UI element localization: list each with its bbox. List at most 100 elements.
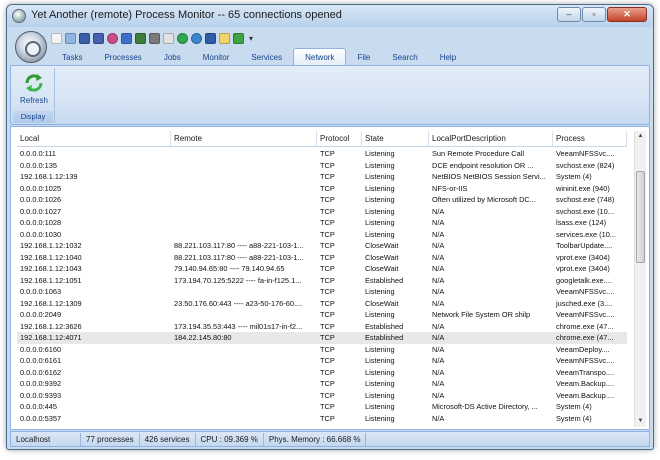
cell-remote-address: 23.50.176.60:443 ---- a23-50-176-60.... xyxy=(174,298,303,308)
application-menu-button[interactable] xyxy=(15,31,47,63)
table-row[interactable]: 192.168.1.12:1043 79.140.94.65:80 ---- 79… xyxy=(17,263,627,275)
table-row[interactable]: 0.0.0.0:2049 TCP Listening Network File Sys… xyxy=(17,309,627,321)
globe-icon[interactable] xyxy=(191,32,202,44)
table-row[interactable]: 0.0.0.0:1030 TCP Listening N/A services.exe … xyxy=(17,229,627,241)
window-title: Yet Another (remote) Process Monitor -- … xyxy=(31,9,342,21)
column-header-process[interactable]: Process xyxy=(553,131,627,146)
table-row[interactable]: 192.168.1.12:1032 88.221.103.117:80 ---- … xyxy=(17,240,627,252)
cell-port-description: Microsoft-DS Active Directory, ... xyxy=(432,402,538,411)
cell-local-address: 192.168.1.12:1040 xyxy=(20,252,82,262)
cell-process: VeeamNFSSvc.... xyxy=(556,149,615,158)
table-row[interactable]: 0.0.0.0:1025 TCP Listening NFS-or-IIS winini… xyxy=(17,183,627,195)
cell-port-description: N/A xyxy=(432,218,445,227)
document-icon[interactable] xyxy=(219,32,230,44)
column-header-local[interactable]: Local xyxy=(17,131,171,146)
maximize-button[interactable]: ▫ xyxy=(582,7,606,22)
vertical-scrollbar[interactable]: ▲ ▼ xyxy=(634,131,646,427)
column-header-state[interactable]: State xyxy=(362,131,429,146)
cell-process: googletalk.exe.... xyxy=(556,275,612,285)
new-doc-icon[interactable] xyxy=(51,32,62,44)
group-label-display: Display xyxy=(13,111,53,123)
customize-toolbar-icon[interactable]: ▾ xyxy=(249,34,253,43)
cell-process: vprot.exe (3404) xyxy=(556,264,610,273)
cell-process: VeeamDeploy.... xyxy=(556,344,610,354)
cell-port-description: N/A xyxy=(432,321,445,331)
table-row[interactable]: 0.0.0.0:1028 TCP Listening N/A lsass.exe (12… xyxy=(17,217,627,229)
check-icon[interactable] xyxy=(233,32,244,44)
scroll-down-icon[interactable]: ▼ xyxy=(635,416,646,427)
tab-search[interactable]: Search xyxy=(381,50,428,65)
table-row[interactable]: 0.0.0.0:6162 TCP Listening N/A VeeamTranspo.… xyxy=(17,367,627,379)
target-icon[interactable] xyxy=(107,32,118,44)
tab-file[interactable]: File xyxy=(346,50,381,65)
column-header-protocol[interactable]: Protocol xyxy=(317,131,362,146)
table-row[interactable]: 0.0.0.0:111 TCP Listening Sun Remote Proced… xyxy=(17,148,627,160)
table-row[interactable]: 192.168.1.12:1309 23.50.176.60:443 ---- a… xyxy=(17,298,627,310)
cell-state: Established xyxy=(365,275,404,285)
cell-protocol: TCP xyxy=(320,379,335,388)
cell-state: Listening xyxy=(365,172,395,181)
table-row[interactable]: 0.0.0.0:9392 TCP Listening N/A Veeam.Backup.… xyxy=(17,378,627,390)
table-row[interactable]: 192.168.1.12:1051 173.194.70.125:5222 ---… xyxy=(17,275,627,287)
connections-panel: Local Remote Protocol State LocalPortDes… xyxy=(10,126,650,430)
cell-port-description: N/A xyxy=(432,344,445,354)
table-row[interactable]: 0.0.0.0:135 TCP Listening DCE endpoint reso… xyxy=(17,160,627,172)
cell-port-description: N/A xyxy=(432,413,445,423)
cell-port-description: Sun Remote Procedure Call xyxy=(432,149,525,158)
table-row[interactable]: 192.168.1.12:1040 88.221.103.117:80 ---- … xyxy=(17,252,627,264)
table-row[interactable]: 0.0.0.0:445 TCP Listening Microsoft-DS Acti… xyxy=(17,401,627,413)
tab-services[interactable]: Services xyxy=(240,50,293,65)
cell-remote-address xyxy=(171,390,317,402)
scroll-up-icon[interactable]: ▲ xyxy=(635,131,646,142)
table-row[interactable]: 0.0.0.0:1063 TCP Listening N/A VeeamNFSSvc..… xyxy=(17,286,627,298)
cell-port-description: N/A xyxy=(432,229,445,239)
cell-state: CloseWait xyxy=(365,241,399,250)
table-row[interactable]: 0.0.0.0:6161 TCP Listening N/A VeeamNFSSvc..… xyxy=(17,355,627,367)
cell-local-address: 192.168.1.12:139 xyxy=(20,172,78,181)
cell-remote-address xyxy=(171,413,317,425)
table-row[interactable]: 192.168.1.12:139 TCP Listening NetBIOS NetB… xyxy=(17,171,627,183)
cell-remote-address xyxy=(171,217,317,229)
cell-port-description: N/A xyxy=(432,241,445,250)
shield-icon[interactable] xyxy=(135,32,146,44)
table-row[interactable]: 0.0.0.0:5357 TCP Listening N/A System (4) xyxy=(17,413,627,425)
table-row[interactable]: 192.168.1.12:4071 184.22.145.80:80 TCP Esta… xyxy=(17,332,627,344)
ram-icon[interactable] xyxy=(93,32,104,44)
cell-remote-address xyxy=(171,355,317,367)
cell-local-address: 0.0.0.0:1027 xyxy=(20,206,62,216)
tab-processes[interactable]: Processes xyxy=(93,50,152,65)
cell-protocol: TCP xyxy=(320,252,335,262)
tab-help[interactable]: Help xyxy=(429,50,467,65)
minimize-button[interactable]: – xyxy=(557,7,581,22)
cell-port-description: N/A xyxy=(432,367,445,377)
table-row[interactable]: 0.0.0.0:1026 TCP Listening Often utilized b… xyxy=(17,194,627,206)
clipboard-icon[interactable] xyxy=(163,32,174,44)
monitor-icon[interactable] xyxy=(79,32,90,44)
table-row[interactable]: 0.0.0.0:6160 TCP Listening N/A VeeamDeploy..… xyxy=(17,344,627,356)
title-bar[interactable]: Yet Another (remote) Process Monitor -- … xyxy=(7,5,653,27)
info-icon[interactable] xyxy=(121,32,132,44)
close-button[interactable]: ✕ xyxy=(607,7,647,22)
open-icon[interactable] xyxy=(65,32,76,44)
cell-state: Listening xyxy=(365,183,395,193)
app-window: Yet Another (remote) Process Monitor -- … xyxy=(6,4,654,450)
cell-port-description: N/A xyxy=(432,264,445,273)
add-icon[interactable] xyxy=(177,32,188,44)
tab-tasks[interactable]: Tasks xyxy=(51,50,93,65)
table-row[interactable]: 0.0.0.0:1027 TCP Listening N/A svchost.exe (… xyxy=(17,206,627,218)
cell-remote-address xyxy=(171,160,317,172)
cell-remote-address: 173.194.35.53:443 ---- mil01s17-in-f2... xyxy=(174,321,303,331)
table-row[interactable]: 0.0.0.0:9393 TCP Listening N/A Veeam.Backup.… xyxy=(17,390,627,402)
scroll-thumb[interactable] xyxy=(636,171,645,263)
table-row[interactable]: 192.168.1.12:3626 173.194.35.53:443 ---- … xyxy=(17,321,627,333)
save-icon[interactable] xyxy=(205,32,216,44)
column-header-remote[interactable]: Remote xyxy=(171,131,317,146)
cell-protocol: TCP xyxy=(320,206,335,216)
refresh-button[interactable]: Refresh xyxy=(16,70,52,110)
tab-network[interactable]: Network xyxy=(293,48,347,65)
cell-port-description: N/A xyxy=(432,379,445,388)
tab-monitor[interactable]: Monitor xyxy=(192,50,241,65)
network-card-icon[interactable] xyxy=(149,32,160,44)
tab-jobs[interactable]: Jobs xyxy=(153,50,192,65)
column-header-local-port-description[interactable]: LocalPortDescription xyxy=(429,131,553,146)
